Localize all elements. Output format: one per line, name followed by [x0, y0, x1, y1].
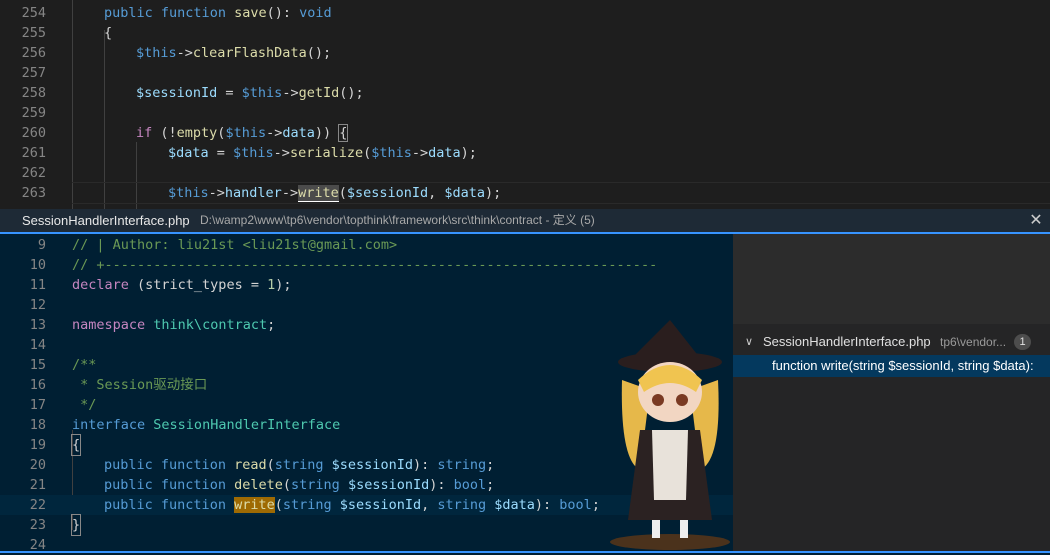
- line-number: 22: [29, 497, 46, 513]
- peek-header: SessionHandlerInterface.php D:\wamp2\www…: [0, 209, 1050, 232]
- reference-file-name: SessionHandlerInterface.php: [763, 334, 931, 349]
- line-number: 255: [21, 25, 46, 41]
- code-text: {: [70, 434, 82, 456]
- code-text: /**: [72, 357, 97, 373]
- line-number: 258: [21, 85, 46, 101]
- peek-file-path: D:\wamp2\www\tp6\vendor\topthink\framewo…: [200, 213, 595, 227]
- close-icon[interactable]: ✕: [1028, 209, 1044, 232]
- code-line[interactable]: 256 $this->clearFlashData();: [0, 43, 1050, 63]
- code-line[interactable]: 10 // +---------------------------------…: [0, 255, 733, 275]
- line-number: 10: [29, 257, 46, 273]
- line-number: 14: [29, 337, 46, 353]
- line-number: 23: [29, 517, 46, 533]
- code-line[interactable]: 263 $this->handler->write($sessionId, $d…: [0, 183, 1050, 203]
- line-number: 13: [29, 317, 46, 333]
- line-number: 24: [29, 537, 46, 551]
- code-line[interactable]: 258 $sessionId = $this->getId();: [0, 83, 1050, 103]
- main-editor[interactable]: 254 public function save(): void 255 { 2…: [0, 0, 1050, 209]
- chevron-down-icon: ∨: [745, 336, 754, 348]
- background-mascot-image: [610, 320, 730, 550]
- references-panel: ∨ SessionHandlerInterface.php tp6\vendor…: [733, 234, 1050, 551]
- line-number: 254: [21, 5, 46, 21]
- line-number: 11: [29, 277, 46, 293]
- line-number: 260: [21, 125, 46, 141]
- line-number: 256: [21, 45, 46, 61]
- code-line[interactable]: 9 // | Author: liu21st <liu21st@gmail.co…: [0, 235, 733, 255]
- blurred-region: [733, 234, 1050, 324]
- line-number: 16: [29, 377, 46, 393]
- peek-border: [0, 551, 1050, 553]
- line-number: 12: [29, 297, 46, 313]
- reference-item-text: function write(string $sessionId, string…: [772, 358, 1034, 373]
- code-text: // | Author: liu21st <liu21st@gmail.com>: [72, 237, 398, 253]
- code-line[interactable]: 262: [0, 163, 1050, 183]
- line-number: 259: [21, 105, 46, 121]
- code-line[interactable]: 254 public function save(): void: [0, 3, 1050, 23]
- line-number: 263: [21, 185, 46, 201]
- line-number: 20: [29, 457, 46, 473]
- code-text: * Session驱动接口: [72, 377, 208, 393]
- line-number: 21: [29, 477, 46, 493]
- code-line[interactable]: 260 if (!empty($this->data)) {: [0, 123, 1050, 143]
- code-line[interactable]: 257: [0, 63, 1050, 83]
- line-number: 18: [29, 417, 46, 433]
- code-line[interactable]: 255 {: [0, 23, 1050, 43]
- code-line[interactable]: 12: [0, 295, 733, 315]
- line-number: 9: [37, 237, 46, 253]
- code-text: }: [70, 514, 82, 536]
- code-text: */: [72, 397, 97, 413]
- code-line[interactable]: 259: [0, 103, 1050, 123]
- line-number: 262: [21, 165, 46, 181]
- code-line[interactable]: 11 declare (strict_types = 1);: [0, 275, 733, 295]
- reference-count-badge: 1: [1014, 334, 1031, 350]
- line-number: 15: [29, 357, 46, 373]
- line-number: 19: [29, 437, 46, 453]
- code-line[interactable]: 261 $data = $this->serialize($this->data…: [0, 143, 1050, 163]
- reference-item[interactable]: function write(string $sessionId, string…: [733, 355, 1050, 377]
- code-text: // +------------------------------------…: [72, 257, 658, 273]
- line-number: 17: [29, 397, 46, 413]
- line-number: 257: [21, 65, 46, 81]
- reference-file-group[interactable]: ∨ SessionHandlerInterface.php tp6\vendor…: [733, 331, 1050, 353]
- peek-file-name[interactable]: SessionHandlerInterface.php: [22, 209, 190, 232]
- line-number: 261: [21, 145, 46, 161]
- reference-file-dir: tp6\vendor...: [940, 335, 1007, 349]
